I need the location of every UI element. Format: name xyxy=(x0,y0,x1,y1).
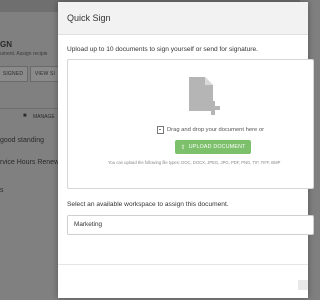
workspace-select[interactable]: Marketing xyxy=(67,215,314,235)
background-row-renewal[interactable]: rvice Hours Renewal xyxy=(0,159,65,166)
drag-drop-text: Drag and drop your document here or xyxy=(157,126,264,134)
workspace-label: Select an available workspace to assign … xyxy=(67,201,229,208)
quick-sign-modal: Quick Sign Upload up to 10 documents to … xyxy=(58,2,314,298)
background-divider xyxy=(0,108,58,109)
upload-document-button[interactable]: ⇧ UPLOAD DOCUMENT xyxy=(175,140,251,154)
modal-title: Quick Sign xyxy=(67,13,111,23)
upload-icon: ⇧ xyxy=(180,144,186,151)
document-icon xyxy=(157,126,164,134)
modal-footer-divider xyxy=(58,264,308,265)
document-add-icon xyxy=(189,77,220,115)
upload-instruction: Upload up to 10 documents to sign yourse… xyxy=(67,46,258,53)
background-heading: GN xyxy=(0,40,12,49)
view-button[interactable]: VIEW SI xyxy=(30,66,60,82)
workspace-value: Marketing xyxy=(74,221,103,228)
background-row-s[interactable]: s xyxy=(0,187,4,194)
filetypes-note: You can upload the following file types:… xyxy=(108,160,281,165)
background-row-standing[interactable]: good standing xyxy=(0,137,44,144)
manage-link[interactable]: MANAGE xyxy=(33,114,55,120)
signed-button[interactable]: SIGNED xyxy=(0,66,28,82)
document-dropzone[interactable]: Drag and drop your document here or ⇧ UP… xyxy=(67,59,314,189)
manage-folder-icon: ■ xyxy=(23,113,27,119)
modal-footer-button[interactable] xyxy=(298,280,308,290)
upload-button-label: UPLOAD DOCUMENT xyxy=(188,144,246,150)
drag-drop-label: Drag and drop your document here or xyxy=(167,127,264,133)
background-subtext: ument. Assign recipie xyxy=(0,51,48,57)
modal-header: Quick Sign xyxy=(58,2,308,35)
